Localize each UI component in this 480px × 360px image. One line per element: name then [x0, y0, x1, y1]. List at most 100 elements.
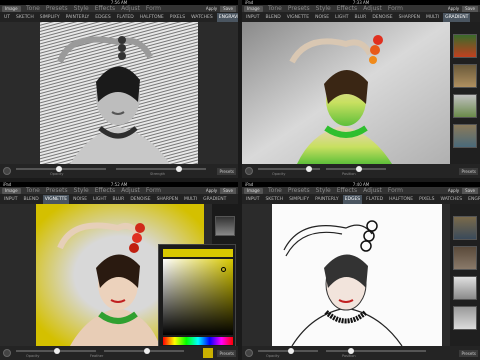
strength-slider[interactable]	[116, 166, 206, 172]
presets-button[interactable]: Presets	[459, 350, 478, 357]
save-button[interactable]: Save	[220, 6, 236, 12]
filter-item[interactable]: FLATED	[115, 13, 136, 22]
tab-form[interactable]: Form	[146, 5, 161, 13]
tab-effects[interactable]: Effects	[95, 187, 115, 195]
tab-form[interactable]: Form	[146, 187, 161, 195]
filter-item[interactable]: LIGHT	[91, 195, 108, 204]
preset-thumbnail[interactable]	[453, 216, 477, 240]
tab-style[interactable]: Style	[316, 187, 331, 195]
apply-button[interactable]: Apply	[206, 187, 217, 195]
filter-item[interactable]: PAINTERLY	[313, 195, 341, 204]
options-button[interactable]	[245, 349, 253, 357]
preset-thumbnail[interactable]	[453, 246, 477, 270]
filter-item[interactable]: HALFTONE	[138, 13, 166, 22]
presets-button[interactable]: Presets	[459, 168, 478, 175]
filter-item[interactable]: HALFTONE	[387, 195, 415, 204]
filter-item-active[interactable]: VIGNETTE	[42, 195, 70, 204]
filter-item[interactable]: SIMPLIFY	[287, 195, 311, 204]
filter-item[interactable]: DENOISE	[128, 195, 152, 204]
tab-effects[interactable]: Effects	[337, 187, 357, 195]
options-button[interactable]	[245, 167, 253, 175]
vignette-color-swatch[interactable]	[203, 348, 213, 358]
tab-tone[interactable]: Tone	[26, 187, 40, 195]
presets-button[interactable]: Presets	[217, 168, 236, 175]
filter-item-active[interactable]: ENGRAVE	[216, 13, 238, 22]
tab-presets[interactable]: Presets	[288, 187, 310, 195]
filter-item[interactable]: MULTI	[182, 195, 199, 204]
apply-button[interactable]: Apply	[448, 5, 459, 13]
opacity-slider-knob[interactable]	[306, 166, 312, 172]
opacity-slider[interactable]	[16, 166, 106, 172]
tab-presets[interactable]: Presets	[46, 187, 68, 195]
filter-item[interactable]: LIGHT	[333, 13, 350, 22]
filter-item[interactable]: DENOISE	[370, 13, 394, 22]
tab-adjust[interactable]: Adjust	[121, 187, 140, 195]
photo-canvas[interactable]	[242, 22, 480, 164]
filter-item[interactable]: VIGNETTE	[285, 13, 311, 22]
filter-item[interactable]: NOISE	[71, 195, 89, 204]
save-button[interactable]: Save	[462, 6, 478, 12]
filter-item-active[interactable]: EDGES	[342, 195, 363, 204]
image-button[interactable]: Image	[244, 6, 263, 12]
image-button[interactable]: Image	[244, 188, 263, 194]
preset-thumbnail[interactable]	[215, 216, 235, 236]
preset-thumbnail[interactable]	[453, 34, 477, 58]
filter-item[interactable]: SKETCH	[14, 13, 36, 22]
opacity-slider[interactable]	[258, 166, 320, 172]
filter-item[interactable]: SHARPEN	[397, 13, 422, 22]
filter-item[interactable]: EDGES	[93, 13, 113, 22]
apply-button[interactable]: Apply	[448, 187, 459, 195]
filter-item[interactable]: PIXELS	[168, 13, 187, 22]
filter-item[interactable]: BLUR	[353, 13, 369, 22]
filter-item[interactable]: BLUR	[111, 195, 127, 204]
save-button[interactable]: Save	[462, 188, 478, 194]
photo-canvas[interactable]	[0, 22, 238, 164]
filter-item[interactable]: NOISE	[313, 13, 331, 22]
opacity-slider[interactable]	[258, 348, 318, 354]
filter-item[interactable]: INPUT	[2, 195, 19, 204]
filter-item-active[interactable]: GRADIENT	[443, 13, 471, 22]
filter-item[interactable]: MULTI	[424, 13, 441, 22]
filter-item[interactable]: SKETCH	[263, 195, 285, 204]
filter-item[interactable]: FLATED	[364, 195, 385, 204]
tab-style[interactable]: Style	[74, 187, 89, 195]
tab-adjust[interactable]: Adjust	[121, 5, 140, 13]
filter-item[interactable]: WATCHES	[438, 195, 464, 204]
tab-form[interactable]: Form	[388, 5, 403, 13]
tab-effects[interactable]: Effects	[337, 5, 357, 13]
tab-style[interactable]: Style	[74, 5, 89, 13]
tab-effects[interactable]: Effects	[95, 5, 115, 13]
photo-canvas[interactable]	[242, 204, 480, 346]
filter-item[interactable]: BLEND	[21, 195, 40, 204]
preset-thumbnail[interactable]	[453, 94, 477, 118]
strength-slider-knob[interactable]	[176, 166, 182, 172]
save-button[interactable]: Save	[220, 188, 236, 194]
tab-form[interactable]: Form	[388, 187, 403, 195]
filter-item[interactable]: INPUT	[244, 13, 261, 22]
preset-thumbnail[interactable]	[453, 64, 477, 88]
tab-tone[interactable]: Tone	[268, 187, 282, 195]
filter-item[interactable]: GRADIENT	[201, 195, 228, 204]
hue-slider[interactable]	[163, 337, 233, 345]
position-slider[interactable]	[326, 348, 426, 354]
options-button[interactable]	[3, 167, 11, 175]
position-slider-knob[interactable]	[356, 166, 362, 172]
feather-slider[interactable]	[104, 348, 184, 354]
preset-thumbnail[interactable]	[453, 306, 477, 330]
filter-item[interactable]: PAINTERLY	[64, 13, 92, 22]
opacity-slider-knob[interactable]	[288, 348, 294, 354]
presets-button[interactable]: Presets	[217, 350, 236, 357]
preset-thumbnail[interactable]	[453, 276, 477, 300]
opacity-slider-knob[interactable]	[54, 348, 60, 354]
filter-item[interactable]: INPUT	[244, 195, 261, 204]
filter-item[interactable]: PIXELS	[417, 195, 436, 204]
apply-button[interactable]: Apply	[206, 5, 217, 13]
position-slider[interactable]	[326, 166, 386, 172]
tab-presets[interactable]: Presets	[46, 5, 68, 13]
filter-item[interactable]: ENGR	[466, 195, 480, 204]
opacity-slider[interactable]	[16, 348, 96, 354]
feather-slider-knob[interactable]	[144, 348, 150, 354]
image-button[interactable]: Image	[2, 188, 21, 194]
tab-presets[interactable]: Presets	[288, 5, 310, 13]
tab-tone[interactable]: Tone	[26, 5, 40, 13]
